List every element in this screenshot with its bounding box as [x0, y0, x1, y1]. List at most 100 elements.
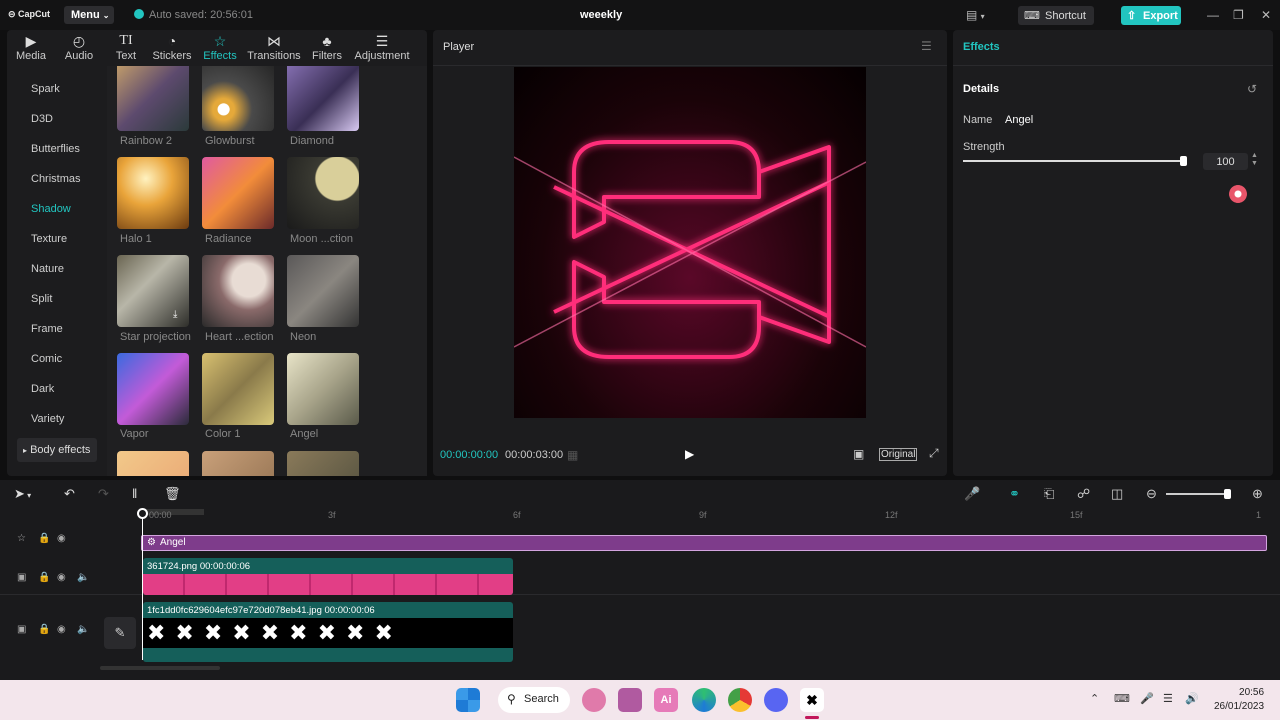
microphone-icon[interactable]: 🎤	[1140, 692, 1154, 705]
effect-thumb-halo-1[interactable]	[117, 157, 189, 229]
effect-thumb-radiance[interactable]	[202, 157, 274, 229]
delete-icon[interactable]: 🗑	[164, 486, 181, 502]
download-icon[interactable]: ⤓	[173, 309, 177, 320]
close-icon[interactable]: ✕	[1261, 8, 1271, 22]
category-comic[interactable]: Comic	[31, 353, 62, 365]
playhead-handle[interactable]	[137, 508, 148, 519]
tab-media[interactable]: ▶ Media	[14, 32, 48, 62]
audio-mute-icon[interactable]: 🔈	[77, 624, 89, 635]
minimize-icon[interactable]: —	[1207, 8, 1219, 22]
zoom-out-icon[interactable]: ⊖	[1146, 486, 1157, 502]
cover-edit-button[interactable]: ✎	[104, 617, 136, 649]
preview-axis-icon[interactable]: ◫	[1111, 486, 1123, 502]
layout-icon[interactable]: ▤ ▾	[966, 8, 985, 22]
zoom-slider[interactable]	[1166, 493, 1228, 495]
effect-thumb-angel[interactable]	[287, 353, 359, 425]
discord-icon[interactable]	[764, 688, 788, 712]
category-texture[interactable]: Texture	[31, 233, 67, 245]
category-split[interactable]: Split	[31, 293, 52, 305]
microphone-icon[interactable]: 🎤	[964, 486, 980, 502]
tab-adjustment[interactable]: ☰ Adjustment	[353, 32, 411, 62]
body-effects-button[interactable]: ▸ Body effects	[17, 438, 97, 462]
export-button[interactable]: ⇧ Export	[1121, 6, 1181, 25]
tab-stickers[interactable]: ◔ Stickers	[151, 32, 193, 62]
category-christmas[interactable]: Christmas	[31, 173, 81, 185]
effect-thumb-diamond[interactable]	[287, 66, 359, 131]
undo-icon[interactable]: ↶	[64, 486, 75, 502]
windows-start-icon[interactable]	[456, 688, 480, 712]
wifi-icon[interactable]: ☰	[1163, 692, 1173, 705]
strength-slider[interactable]	[963, 160, 1185, 162]
keyboard-icon[interactable]: ⌨	[1114, 692, 1130, 705]
chevron-up-icon[interactable]: ⌃	[1090, 692, 1099, 705]
category-butterflies[interactable]: Butterflies	[31, 143, 80, 155]
edge-icon[interactable]	[692, 688, 716, 712]
effect-thumb-glowburst[interactable]	[202, 66, 274, 131]
video-clip-1[interactable]: 361724.png 00:00:00:06	[143, 558, 513, 595]
effect-thumb[interactable]	[202, 451, 274, 476]
zoom-slider-handle[interactable]	[1224, 489, 1231, 499]
zoom-in-icon[interactable]: ⊕	[1252, 486, 1263, 502]
category-variety[interactable]: Variety	[31, 413, 64, 425]
split-icon[interactable]: ‖	[132, 486, 137, 501]
play-icon[interactable]: ▶	[685, 447, 694, 461]
capcut-taskbar-icon[interactable]: ✖	[800, 688, 824, 712]
category-shadow[interactable]: Shadow	[31, 203, 71, 215]
main-track-magnet-icon[interactable]: ⚭	[1009, 486, 1020, 502]
grid-icon[interactable]: ▦	[567, 448, 578, 462]
effect-clip-angel[interactable]: ⚙ Angel	[141, 535, 1267, 551]
tab-filters[interactable]: ♣ Filters	[310, 32, 344, 62]
chrome-icon[interactable]	[728, 688, 752, 712]
fullscreen-icon[interactable]: ⤢	[929, 446, 939, 461]
redo-icon[interactable]: ↷	[98, 486, 109, 502]
select-tool-icon[interactable]: ➤ ▾	[14, 486, 31, 502]
auto-snap-icon[interactable]: ⎗	[1044, 486, 1054, 502]
menu-button[interactable]: Menu ⌄	[64, 6, 114, 24]
ai-app-icon[interactable]: Ai	[654, 688, 678, 712]
lock-icon[interactable]: 🔒	[38, 624, 50, 635]
lock-icon[interactable]: 🔒	[38, 572, 50, 583]
effect-thumb-rainbow-2[interactable]	[117, 66, 189, 131]
category-dark[interactable]: Dark	[31, 383, 54, 395]
tab-effects[interactable]: ☆ Effects	[203, 32, 237, 62]
effect-thumb-color-1[interactable]	[202, 353, 274, 425]
player-menu-icon[interactable]: ☰	[921, 39, 932, 53]
tab-audio[interactable]: ◴ Audio	[61, 32, 97, 62]
system-clock[interactable]: 20:56 26/01/2023	[1214, 686, 1264, 714]
tab-text[interactable]: TI Text	[113, 32, 139, 62]
effect-thumb[interactable]	[117, 451, 189, 476]
eye-icon[interactable]: ◉	[57, 624, 66, 635]
keyframe-icon[interactable]	[1229, 185, 1247, 203]
app-icon[interactable]	[618, 688, 642, 712]
shortcut-button[interactable]: ⌨ Shortcut	[1018, 6, 1094, 25]
video-clip-2[interactable]: 1fc1dd0fc629604efc97e720d078eb41.jpg 00:…	[143, 602, 513, 662]
effect-thumb-neon[interactable]	[287, 255, 359, 327]
category-spark[interactable]: Spark	[31, 83, 60, 95]
tab-transitions[interactable]: ⋈ Transitions	[247, 32, 301, 62]
audio-mute-icon[interactable]: 🔈	[77, 572, 89, 583]
app-icon[interactable]	[582, 688, 606, 712]
effect-thumb-heart-projection[interactable]	[202, 255, 274, 327]
link-icon[interactable]: ☍	[1077, 486, 1090, 502]
effect-thumb-star-projection[interactable]: ⤓	[117, 255, 189, 327]
stepper-icon[interactable]: ▲ ▼	[1251, 152, 1258, 168]
effect-thumb-moon-projection[interactable]	[287, 157, 359, 229]
aspect-ratio-button[interactable]: Original	[879, 448, 918, 461]
effect-thumb-vapor[interactable]	[117, 353, 189, 425]
screenshot-icon[interactable]: ▣	[853, 447, 864, 461]
strength-slider-handle[interactable]	[1180, 156, 1187, 166]
eye-icon[interactable]: ◉	[57, 572, 66, 583]
strength-input[interactable]: 100	[1203, 153, 1248, 170]
timeline-scrollbar[interactable]	[100, 666, 220, 670]
taskbar-search[interactable]: ⚲ Search	[498, 687, 570, 713]
volume-icon[interactable]: 🔊	[1185, 692, 1199, 705]
eye-icon[interactable]: ◉	[57, 533, 66, 544]
category-nature[interactable]: Nature	[31, 263, 64, 275]
video-preview[interactable]	[514, 67, 866, 418]
playhead[interactable]	[142, 510, 143, 660]
category-frame[interactable]: Frame	[31, 323, 63, 335]
restore-icon[interactable]: ❐	[1233, 8, 1244, 22]
effect-thumb[interactable]	[287, 451, 359, 476]
category-d3d[interactable]: D3D	[31, 113, 53, 125]
lock-icon[interactable]: 🔒	[38, 533, 50, 544]
